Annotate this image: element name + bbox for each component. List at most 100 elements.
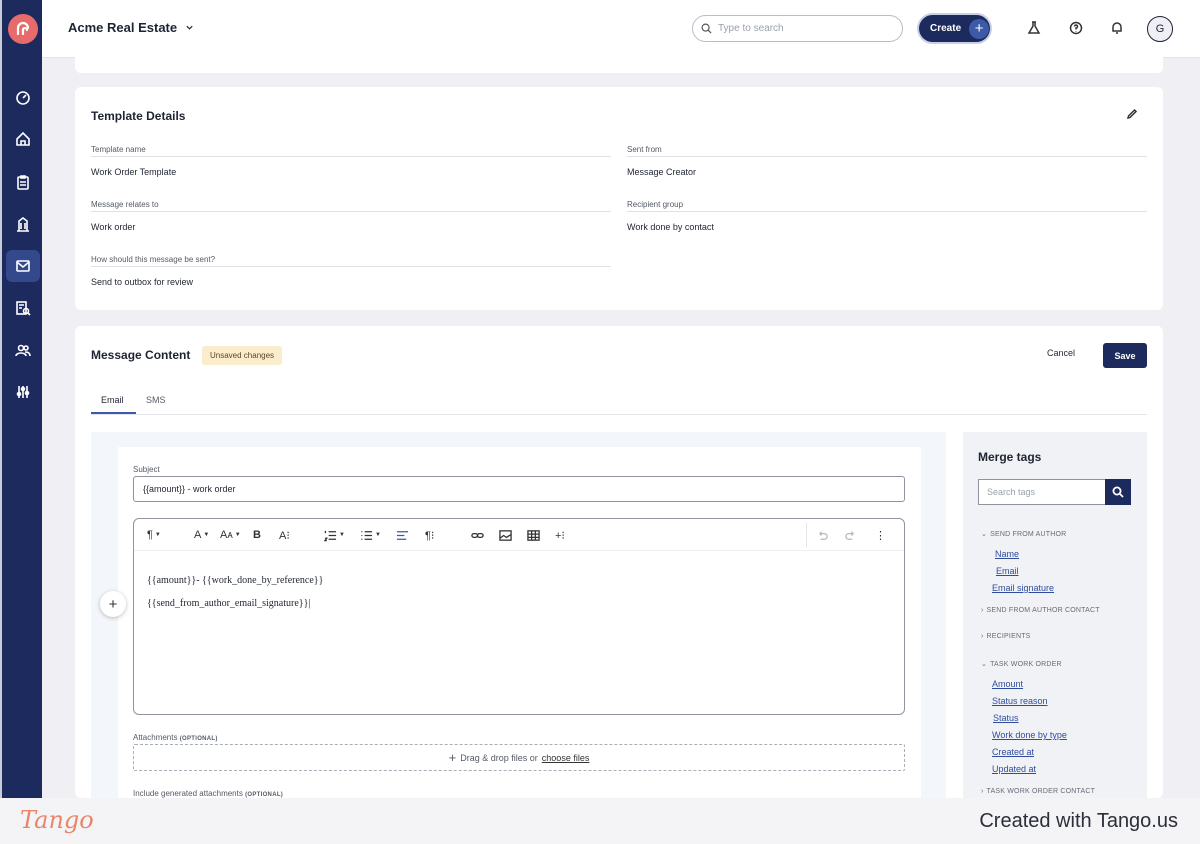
merge-tag[interactable]: Email — [996, 566, 1019, 576]
merge-tag[interactable]: Amount — [992, 679, 1023, 689]
home-icon[interactable] — [6, 123, 40, 155]
plus-icon: + — [969, 18, 990, 39]
template-details-card: Template Details Template name Work Orde… — [75, 87, 1163, 310]
text-format-button[interactable]: A⁝ — [279, 527, 290, 543]
choose-files-link[interactable]: choose files — [542, 753, 590, 763]
font-size-button[interactable]: Aᴀ ▼ — [220, 527, 241, 543]
merge-tag[interactable]: Email signature — [992, 583, 1054, 593]
avatar[interactable]: G — [1147, 16, 1173, 42]
chevron-down-icon: ⌄ — [981, 661, 988, 668]
generated-attachments-label: Include generated attachments (OPTIONAL) — [133, 789, 284, 798]
message-content-card: Message Content Unsaved changes Cancel S… — [75, 326, 1163, 798]
insert-more-button[interactable]: +⁝ — [555, 527, 565, 543]
tag-group-recipients[interactable]: › RECIPIENTS — [981, 633, 1031, 640]
link-button[interactable] — [471, 527, 484, 543]
clipboard-icon[interactable] — [6, 166, 40, 198]
dropzone-text: Drag & drop files or — [460, 752, 538, 763]
merge-tags-title: Merge tags — [978, 450, 1042, 464]
table-button[interactable] — [527, 527, 540, 543]
status-badge: Unsaved changes — [202, 346, 283, 365]
chevron-right-icon: › — [981, 788, 984, 795]
rich-text-editor[interactable]: ¶ ▼ A ▼ Aᴀ ▼ B A⁝ ▼ ▼ ¶⁝ +⁝ ⋮ {{amount}}… — [100, 518, 905, 715]
template-name-value: Work Order Template — [91, 167, 177, 177]
top-bar: Acme Real Estate Create + G — [42, 0, 1200, 58]
help-icon[interactable] — [1066, 18, 1086, 38]
tab-email[interactable]: Email — [101, 395, 124, 405]
search-input[interactable] — [718, 23, 888, 34]
org-switcher[interactable]: Acme Real Estate — [68, 20, 194, 35]
attachment-dropzone[interactable]: + Drag & drop files or choose files — [133, 744, 905, 771]
relates-to-value: Work order — [91, 222, 136, 232]
pencil-icon[interactable] — [1126, 107, 1142, 123]
merge-tag[interactable]: Updated at — [992, 764, 1036, 774]
merge-tag[interactable]: Status reason — [992, 696, 1048, 706]
search-document-icon[interactable] — [6, 292, 40, 324]
merge-tags-panel: Merge tags Search tags ⌄ SEND FROM AUTHOR… — [963, 432, 1147, 798]
align-left-icon — [396, 530, 409, 540]
ordered-list-icon — [324, 530, 337, 541]
redo-button[interactable] — [844, 527, 857, 543]
more-options-button[interactable]: ⋮ — [875, 527, 886, 543]
template-name-label: Template name — [91, 145, 146, 154]
table-icon — [527, 529, 540, 541]
create-label: Create — [930, 23, 962, 34]
org-name: Acme Real Estate — [68, 20, 178, 35]
save-button[interactable]: Save — [1103, 343, 1147, 368]
search-icon — [1112, 486, 1124, 498]
link-icon — [471, 532, 484, 538]
chevron-right-icon: › — [981, 607, 984, 614]
editor-toolbar: ¶ ▼ A ▼ Aᴀ ▼ B A⁝ ▼ ▼ ¶⁝ +⁝ ⋮ — [134, 519, 904, 551]
footer-banner: Tango Created with Tango.us — [0, 798, 1200, 844]
dashboard-icon[interactable] — [6, 82, 40, 114]
align-button[interactable] — [396, 527, 409, 543]
editor-area: Subject {{amount}} - work order ¶ ▼ A ▼ Aᴀ… — [91, 432, 946, 798]
sent-from-value: Message Creator — [627, 167, 697, 177]
recipient-group-label: Recipient group — [627, 200, 684, 209]
email-editor: Subject {{amount}} - work order ¶ ▼ A ▼ Aᴀ… — [100, 447, 921, 798]
add-block-button[interactable]: + — [100, 591, 126, 617]
tag-group-send-from-author-contact[interactable]: › SEND FROM AUTHOR CONTACT — [981, 607, 1100, 614]
divider — [91, 211, 611, 212]
app-logo-icon[interactable] — [8, 14, 38, 44]
redo-icon — [845, 530, 854, 540]
global-search[interactable] — [692, 15, 903, 42]
body-line: {{send_from_author_email_signature}}| — [147, 598, 311, 609]
chevron-down-icon: ⌄ — [981, 531, 988, 538]
create-button[interactable]: Create + — [919, 15, 990, 42]
paragraph-style-button[interactable]: ¶ ▼ — [147, 527, 161, 543]
cancel-button[interactable]: Cancel — [1047, 348, 1075, 358]
bold-button[interactable]: B — [253, 527, 261, 543]
tag-group-send-from-author[interactable]: ⌄ SEND FROM AUTHOR — [981, 530, 1066, 539]
tango-logo: Tango — [20, 806, 94, 834]
sliders-icon[interactable] — [6, 376, 40, 408]
paragraph-format-button[interactable]: ¶⁝ — [425, 527, 434, 543]
people-icon[interactable] — [6, 334, 40, 366]
divider — [806, 523, 807, 547]
divider — [91, 266, 611, 267]
subject-input[interactable]: {{amount}} - work order — [133, 476, 905, 502]
image-button[interactable] — [499, 527, 512, 543]
send-method-value: Send to outbox for review — [91, 277, 194, 287]
font-button[interactable]: A ▼ — [194, 527, 209, 543]
merge-tag[interactable]: Created at — [992, 747, 1034, 757]
divider — [627, 156, 1147, 157]
tag-search-button[interactable] — [1105, 479, 1131, 505]
merge-tag[interactable]: Status — [993, 713, 1019, 723]
tab-sms[interactable]: SMS — [146, 395, 166, 405]
building-icon[interactable] — [6, 208, 40, 240]
tag-group-task-work-order-contact[interactable]: › TASK WORK ORDER CONTACT — [981, 788, 1095, 795]
section-title: Message Content — [91, 348, 191, 362]
ordered-list-button[interactable]: ▼ — [324, 527, 345, 543]
recipient-group-value: Work done by contact — [627, 222, 714, 232]
chevron-down-icon — [186, 25, 193, 30]
bell-icon[interactable] — [1107, 18, 1127, 38]
divider — [627, 211, 1147, 212]
mail-icon[interactable] — [6, 250, 40, 282]
tag-search-input[interactable]: Search tags — [978, 479, 1106, 505]
tag-group-task-work-order[interactable]: ⌄ TASK WORK ORDER — [981, 660, 1062, 669]
bullet-list-button[interactable]: ▼ — [360, 527, 381, 543]
undo-button[interactable] — [816, 527, 829, 543]
flask-icon[interactable] — [1024, 18, 1044, 38]
merge-tag[interactable]: Name — [995, 549, 1019, 559]
merge-tag[interactable]: Work done by type — [992, 730, 1067, 740]
